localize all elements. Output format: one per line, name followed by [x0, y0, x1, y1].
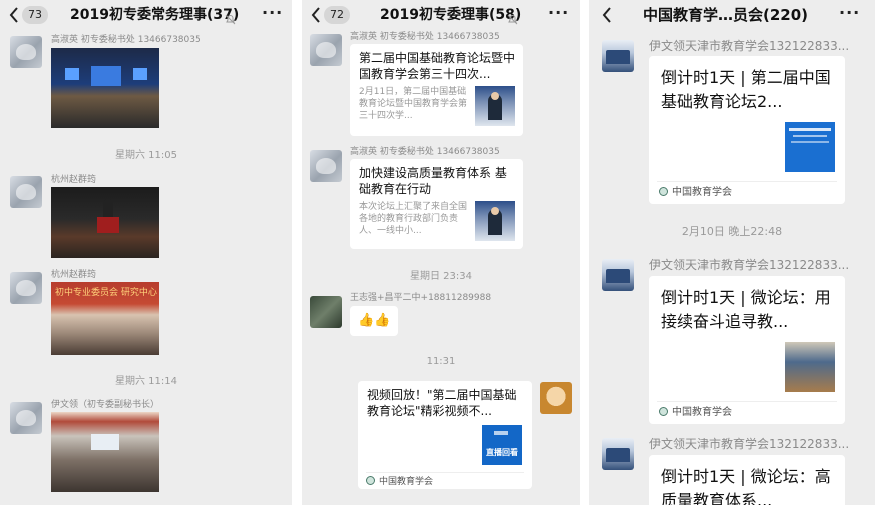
sender-name: 伊文领（初专委副秘书长） — [51, 400, 160, 410]
timestamp: 2月10日 晚上22:48 — [681, 225, 783, 238]
card-source-name: 中国教育学会 — [379, 477, 434, 487]
link-card-message[interactable]: 视频回放！"第二届中国基础教育论坛"精彩视频不... 直播回看 中国教育学会 — [358, 381, 532, 489]
mini-program-icon — [366, 476, 375, 485]
card-source: 中国教育学会 — [366, 476, 433, 488]
card-thumbnail — [785, 122, 835, 172]
card-title: 第二届中国基础教育论坛暨中国教育学会第三十四次... — [359, 51, 516, 81]
card-title: 倒计时1天 | 微论坛：用接续奋斗追寻教... — [661, 288, 831, 331]
chat-header: 中国教育学…员会(220) ··· — [589, 0, 875, 32]
avatar[interactable] — [310, 150, 342, 182]
avatar[interactable] — [602, 40, 634, 72]
avatar[interactable] — [10, 36, 42, 68]
link-card-message[interactable]: 第二届中国基础教育论坛暨中国教育学会第三十四次... 2月11日，第二届中国基础… — [350, 44, 523, 136]
link-card-message[interactable]: 倒计时1天 | 微论坛：高质量教育体系... — [649, 455, 845, 505]
mini-program-icon — [659, 407, 668, 416]
card-description: 本次论坛上汇聚了来自全国各地的教育行政部门负责人、一线中小... — [359, 202, 468, 236]
back-arrow-icon[interactable] — [601, 6, 615, 24]
avatar[interactable] — [10, 272, 42, 304]
back-arrow-icon[interactable] — [310, 6, 324, 24]
mute-bell-icon — [507, 10, 518, 25]
timestamp: 星期六 11:14 — [115, 376, 177, 387]
avatar[interactable] — [602, 438, 634, 470]
card-source: 中国教育学会 — [659, 187, 732, 199]
photo-banner-text: 初中专业委员会 研究中心 — [55, 288, 157, 298]
thumbnail-label: 直播回看 — [486, 448, 518, 457]
chat-panel-1: 73 2019初专委常务理事(37) ··· 高淑英 初专委秘书处 134667… — [0, 0, 292, 505]
mini-program-icon — [659, 187, 668, 196]
chat-header: 73 2019初专委常务理事(37) ··· — [0, 0, 292, 32]
avatar[interactable] — [10, 176, 42, 208]
image-message[interactable] — [51, 48, 159, 128]
avatar[interactable] — [10, 402, 42, 434]
timestamp: 11:31 — [426, 356, 456, 367]
card-title: 倒计时1天 | 第二届中国基础教育论坛2... — [661, 68, 831, 111]
sender-name: 高淑英 初专委秘书处 13466738035 — [350, 147, 500, 157]
image-message[interactable] — [51, 187, 159, 258]
sender-name: 伊文领天津市教育学会132122833... — [649, 258, 850, 272]
avatar[interactable] — [602, 259, 634, 291]
card-source-name: 中国教育学会 — [672, 187, 732, 198]
card-title: 视频回放！"第二届中国基础教育论坛"精彩视频不... — [367, 388, 517, 418]
chat-panel-2: 72 2019初专委理事(58) ··· 高淑英 初专委秘书处 13466738… — [302, 0, 580, 505]
card-description: 2月11日，第二届中国基础教育论坛暨中国教育学会第三十四次学... — [359, 87, 468, 121]
timestamp: 星期日 23:34 — [410, 271, 472, 282]
chat-header: 72 2019初专委理事(58) ··· — [302, 0, 580, 32]
sender-name: 伊文领天津市教育学会132122833... — [649, 437, 850, 451]
more-options-icon[interactable]: ··· — [548, 4, 569, 22]
unread-count-badge: 72 — [324, 6, 350, 24]
chat-title: 中国教育学…员会(220) — [643, 6, 809, 24]
card-source: 中国教育学会 — [659, 407, 732, 419]
image-message[interactable]: 初中专业委员会 研究中心 — [51, 282, 159, 355]
card-thumbnail — [785, 342, 835, 392]
divider — [657, 181, 837, 182]
sender-name: 王志强+昌平二中+18811289988 — [350, 293, 492, 303]
sender-name: 杭州赵群筠 — [51, 270, 97, 280]
sender-name: 伊文领天津市教育学会132122833... — [649, 39, 850, 53]
back-arrow-icon[interactable] — [8, 6, 22, 24]
more-options-icon[interactable]: ··· — [839, 4, 860, 22]
avatar[interactable] — [310, 34, 342, 66]
avatar[interactable] — [310, 296, 342, 328]
card-thumbnail: 直播回看 — [482, 425, 522, 465]
sender-name: 杭州赵群筠 — [51, 175, 97, 185]
card-thumbnail — [475, 86, 515, 126]
link-card-message[interactable]: 加快建设高质量教育体系 基础教育在行动 本次论坛上汇聚了来自全国各地的教育行政部… — [350, 159, 523, 249]
more-options-icon[interactable]: ··· — [262, 4, 283, 22]
card-thumbnail — [475, 201, 515, 241]
thumbs-up-emoji: 👍👍 — [358, 313, 391, 328]
timestamp: 星期六 11:05 — [115, 150, 177, 161]
mute-bell-icon — [225, 10, 236, 25]
sender-name: 高淑英 初专委秘书处 13466738035 — [51, 35, 201, 45]
card-title: 加快建设高质量教育体系 基础教育在行动 — [359, 166, 507, 196]
sender-name: 高淑英 初专委秘书处 13466738035 — [350, 32, 500, 42]
card-source-name: 中国教育学会 — [672, 407, 732, 418]
screenshot-collage: 73 2019初专委常务理事(37) ··· 高淑英 初专委秘书处 134667… — [0, 0, 875, 505]
card-title: 倒计时1天 | 微论坛：高质量教育体系... — [661, 467, 831, 505]
chat-title: 2019初专委常务理事(37) — [70, 7, 240, 23]
link-card-message[interactable]: 倒计时1天 | 第二届中国基础教育论坛2... 中国教育学会 — [649, 56, 845, 204]
text-message[interactable]: 👍👍 — [350, 306, 398, 336]
divider — [657, 401, 837, 402]
divider — [366, 472, 524, 473]
avatar[interactable] — [540, 382, 572, 414]
chat-title: 2019初专委理事(58) — [380, 7, 522, 23]
image-message[interactable] — [51, 412, 159, 492]
link-card-message[interactable]: 倒计时1天 | 微论坛：用接续奋斗追寻教... 中国教育学会 — [649, 276, 845, 424]
unread-count-badge: 73 — [22, 6, 48, 24]
chat-panel-3: 中国教育学…员会(220) ··· 伊文领天津市教育学会132122833...… — [589, 0, 875, 505]
